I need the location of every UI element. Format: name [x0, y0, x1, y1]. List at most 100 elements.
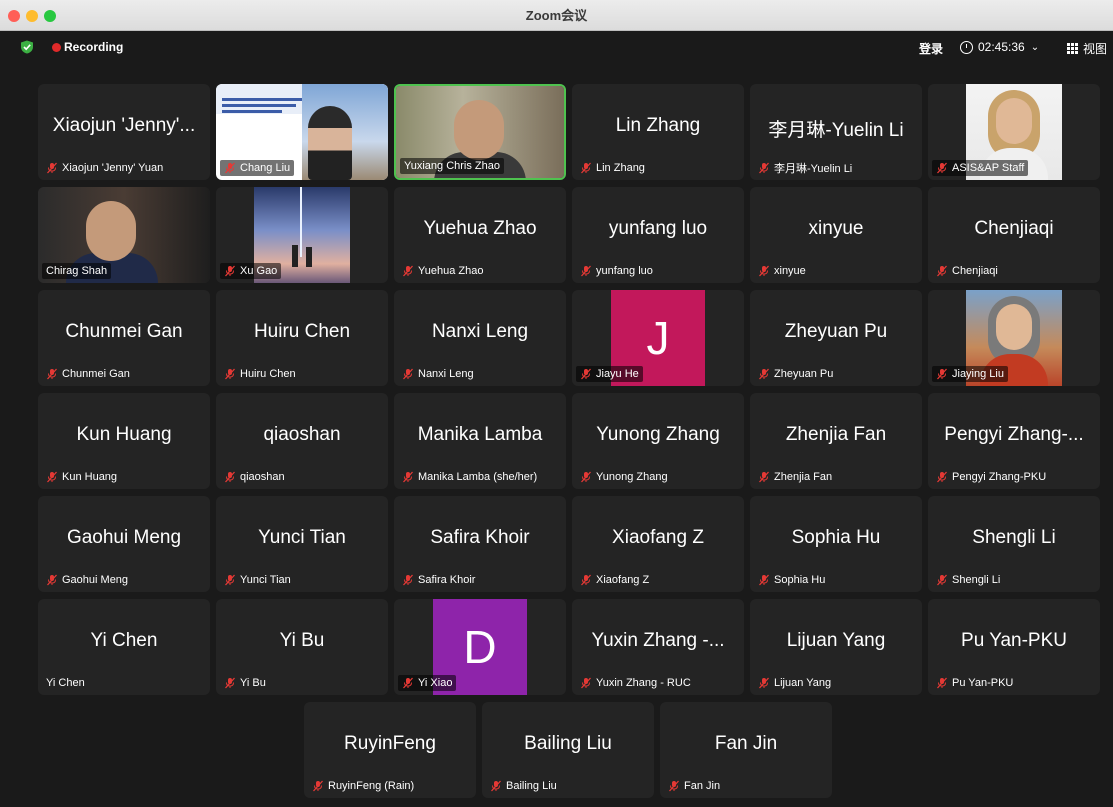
participant-tile[interactable]: Lijuan Yang Lijuan Yang	[750, 599, 922, 695]
participant-display-name: Pu Yan-PKU	[961, 630, 1067, 651]
participant-tile[interactable]: J Jiayu He	[572, 290, 744, 386]
participant-tile[interactable]: Xu Gao	[216, 187, 388, 283]
participant-tile[interactable]: Lin Zhang Lin Zhang	[572, 84, 744, 180]
participant-tile[interactable]: Sophia Hu Sophia Hu	[750, 496, 922, 592]
participant-name-label: Sophia Hu	[754, 572, 829, 588]
participant-display-name: Fan Jin	[714, 733, 778, 754]
participant-display-name: Huiru Chen	[253, 321, 351, 342]
participant-name: Manika Lamba (she/her)	[418, 471, 538, 483]
mic-muted-icon	[581, 677, 591, 689]
login-button[interactable]: 登录	[919, 40, 943, 57]
participant-tile[interactable]: Huiru Chen Huiru Chen	[216, 290, 388, 386]
mic-muted-icon	[581, 368, 591, 380]
participant-tile[interactable]: Bailing Liu Bailing Liu	[482, 702, 654, 798]
shield-icon[interactable]	[20, 40, 34, 54]
mic-muted-icon	[225, 677, 235, 689]
participant-name: Gaohui Meng	[62, 574, 129, 586]
participant-name-label: Yuxiang Chris Zhao	[400, 158, 504, 174]
participant-name-label: Huiru Chen	[220, 366, 300, 382]
participant-display-name: Lijuan Yang	[786, 630, 886, 651]
participant-tile[interactable]: Xiaojun 'Jenny'... Xiaojun 'Jenny' Yuan	[38, 84, 210, 180]
mic-muted-icon	[403, 677, 413, 689]
mic-muted-icon	[47, 162, 57, 174]
participant-tile[interactable]: Yuxiang Chris Zhao	[394, 84, 566, 180]
participant-tile[interactable]: Yuehua Zhao Yuehua Zhao	[394, 187, 566, 283]
participant-name: yunfang luo	[596, 265, 653, 277]
participant-display-name: Sophia Hu	[791, 527, 881, 548]
participant-name: Shengli Li	[952, 574, 1001, 586]
participant-tile[interactable]: qiaoshan qiaoshan	[216, 393, 388, 489]
participant-name: Xiaofang Z	[596, 574, 650, 586]
participant-name-label: Jiayu He	[576, 366, 643, 382]
timer-value: 02:45:36	[978, 40, 1025, 54]
participant-tile[interactable]: Chang Liu	[216, 84, 388, 180]
mic-muted-icon	[47, 471, 57, 483]
participant-tile[interactable]: Chirag Shah	[38, 187, 210, 283]
participant-tile[interactable]: Yunong Zhang Yunong Zhang	[572, 393, 744, 489]
participant-name-label: Lijuan Yang	[754, 675, 835, 691]
participant-tile[interactable]: Shengli Li Shengli Li	[928, 496, 1100, 592]
recording-label[interactable]: Recording	[64, 40, 123, 54]
participant-tile[interactable]: Pu Yan-PKU Pu Yan-PKU	[928, 599, 1100, 695]
participant-tile[interactable]: 李月琳-Yuelin Li 李月琳-Yuelin Li	[750, 84, 922, 180]
window-titlebar: Zoom会议	[0, 0, 1113, 31]
participant-display-name: Yuehua Zhao	[423, 218, 537, 239]
participant-name: Huiru Chen	[240, 368, 296, 380]
participant-display-name: 李月琳-Yuelin Li	[768, 120, 904, 141]
participant-tile[interactable]: xinyue xinyue	[750, 187, 922, 283]
participant-tile[interactable]: RuyinFeng RuyinFeng (Rain)	[304, 702, 476, 798]
participant-display-name: Pengyi Zhang-...	[944, 424, 1084, 445]
participant-display-name: yunfang luo	[608, 218, 708, 239]
mic-muted-icon	[759, 677, 769, 689]
participant-tile[interactable]: yunfang luo yunfang luo	[572, 187, 744, 283]
participant-name: Xiaojun 'Jenny' Yuan	[62, 162, 164, 174]
participant-tile[interactable]: Manika Lamba Manika Lamba (she/her)	[394, 393, 566, 489]
participant-name-label: Chunmei Gan	[42, 366, 134, 382]
participant-display-name: Zheyuan Pu	[784, 321, 888, 342]
participant-tile[interactable]: Zhenjia Fan Zhenjia Fan	[750, 393, 922, 489]
participant-name-label: Pengyi Zhang-PKU	[932, 469, 1050, 485]
participant-tile[interactable]: Pengyi Zhang-... Pengyi Zhang-PKU	[928, 393, 1100, 489]
participant-name-label: yunfang luo	[576, 263, 657, 279]
view-button[interactable]: 视图	[1067, 40, 1107, 57]
participant-tile[interactable]: Yunci Tian Yunci Tian	[216, 496, 388, 592]
participant-name: Pu Yan-PKU	[952, 677, 1014, 689]
participant-tile[interactable]: Zheyuan Pu Zheyuan Pu	[750, 290, 922, 386]
participant-name: Chunmei Gan	[62, 368, 130, 380]
participant-tile[interactable]: D Yi Xiao	[394, 599, 566, 695]
participant-name: Chang Liu	[240, 162, 291, 174]
mic-muted-icon	[581, 162, 591, 174]
participant-tile[interactable]: Yi Chen Yi Chen	[38, 599, 210, 695]
participant-name: Yuehua Zhao	[418, 265, 484, 277]
participant-name: Yi Bu	[240, 677, 266, 689]
participant-name: Lijuan Yang	[774, 677, 832, 689]
participant-name-label: Pu Yan-PKU	[932, 675, 1017, 691]
mic-muted-icon	[403, 368, 413, 380]
participant-name-label: xinyue	[754, 263, 810, 279]
participant-display-name: Zhenjia Fan	[785, 424, 887, 445]
participant-tile[interactable]: Chenjiaqi Chenjiaqi	[928, 187, 1100, 283]
participant-name-label: Gaohui Meng	[42, 572, 132, 588]
participant-name: Pengyi Zhang-PKU	[952, 471, 1047, 483]
participant-name: Yi Xiao	[418, 677, 453, 689]
participant-name: Fan Jin	[684, 780, 721, 792]
participant-tile[interactable]: Nanxi Leng Nanxi Leng	[394, 290, 566, 386]
chevron-down-icon: ⌄	[1030, 41, 1040, 53]
mic-muted-icon	[225, 574, 235, 586]
participant-name-label: Kun Huang	[42, 469, 121, 485]
participant-tile[interactable]: ASIS&AP Staff	[928, 84, 1100, 180]
participant-tile[interactable]: Kun Huang Kun Huang	[38, 393, 210, 489]
participant-tile[interactable]: Yuxin Zhang -... Yuxin Zhang - RUC	[572, 599, 744, 695]
meeting-timer[interactable]: 02:45:36 ⌄	[956, 35, 1052, 59]
participant-name-label: Xiaojun 'Jenny' Yuan	[42, 160, 167, 176]
participant-tile[interactable]: Safira Khoir Safira Khoir	[394, 496, 566, 592]
participant-tile[interactable]: Chunmei Gan Chunmei Gan	[38, 290, 210, 386]
participant-tile[interactable]: Yi Bu Yi Bu	[216, 599, 388, 695]
participant-tile[interactable]: Gaohui Meng Gaohui Meng	[38, 496, 210, 592]
participant-name-label: Yuxin Zhang - RUC	[576, 675, 695, 691]
participant-tile[interactable]: Jiaying Liu	[928, 290, 1100, 386]
participant-tile[interactable]: Fan Jin Fan Jin	[660, 702, 832, 798]
mic-muted-icon	[403, 265, 413, 277]
participant-tile[interactable]: Xiaofang Z Xiaofang Z	[572, 496, 744, 592]
participant-display-name: Yuxin Zhang -...	[591, 630, 725, 651]
